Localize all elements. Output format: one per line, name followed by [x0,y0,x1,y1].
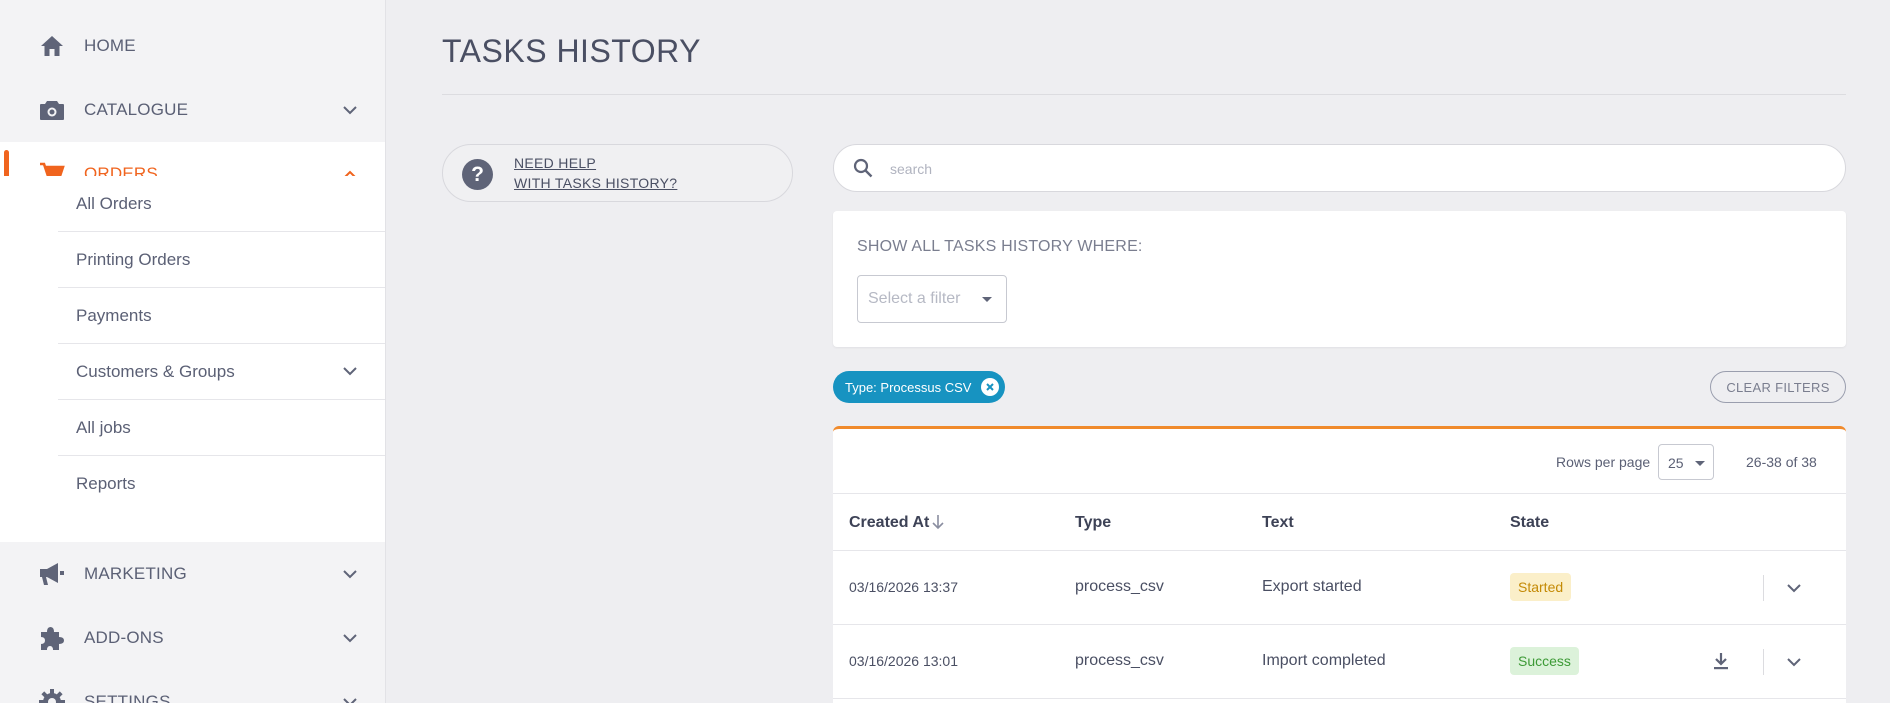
sidebar: HOME CATALOGUE ORDERS All Orders Printin… [0,0,386,703]
caret-down-icon [1695,461,1705,466]
submenu-item-customers-groups[interactable]: Customers & Groups [58,344,385,400]
submenu-item-label: Reports [76,474,136,493]
cell-type: process_csv [1075,652,1164,669]
submenu-item-label: Printing Orders [76,249,191,269]
cell-text: Export started [1262,578,1362,595]
page-title: TASKS HISTORY [442,33,702,69]
help-line-2[interactable]: WITH TASKS HISTORY? [514,175,677,191]
divider [442,94,1846,95]
table-row[interactable]: 03/16/2026 13:37 process_csv Export star… [833,551,1846,624]
chevron-down-icon[interactable] [340,628,360,648]
filter-panel: SHOW ALL TASKS HISTORY WHERE: Select a f… [833,211,1846,347]
chevron-down-icon[interactable] [340,100,360,120]
sidebar-item-label: CATALOGUE [84,100,189,119]
column-header-created-at[interactable]: Created At [849,514,929,532]
cell-type: process_csv [1075,578,1164,595]
clear-filters-button[interactable]: CLEAR FILTERS [1710,371,1846,403]
sidebar-item-marketing[interactable]: MARKETING [0,542,385,606]
megaphone-icon [38,560,66,588]
submenu-item-reports[interactable]: Reports [58,456,385,512]
sidebar-item-home[interactable]: HOME [0,14,385,78]
cell-created-at: 03/16/2026 13:37 [849,579,958,595]
camera-icon [38,96,66,124]
divider [1763,649,1764,675]
column-header-text[interactable]: Text [1262,514,1294,532]
question-icon: ? [462,159,493,190]
help-line-1[interactable]: NEED HELP [514,155,596,171]
submenu-item-label: Payments [76,305,152,325]
cell-text: Import completed [1262,652,1386,669]
divider [833,493,1846,494]
chevron-down-icon[interactable] [1783,651,1805,673]
puzzle-icon [38,624,66,652]
rows-per-page-select[interactable]: 25 [1658,444,1714,480]
arrow-down-icon[interactable] [931,514,945,535]
submenu-item-all-jobs[interactable]: All jobs [58,400,385,456]
rows-per-page-label: Rows per page [1556,454,1651,470]
submenu-item-all-orders[interactable]: All Orders [58,176,385,232]
search-input[interactable] [890,157,1790,181]
sidebar-item-label: HOME [84,36,136,55]
search-box [833,144,1846,192]
gear-icon [38,688,66,703]
close-icon[interactable] [981,378,1000,396]
orders-submenu: All Orders Printing Orders Payments Cust… [0,176,385,542]
status-badge: Success [1510,647,1579,675]
submenu-item-label: Customers & Groups [76,361,235,381]
chip-label: Type: Processus CSV [845,379,972,395]
submenu-item-label: All jobs [76,417,131,437]
column-header-state[interactable]: State [1510,514,1549,532]
home-icon [38,32,66,60]
tasks-table: Rows per page 25 26-38 of 38 Created At … [833,426,1846,703]
column-header-type[interactable]: Type [1075,514,1111,532]
sidebar-item-settings[interactable]: SETTINGS [0,670,385,703]
divider [833,698,1846,699]
submenu-item-payments[interactable]: Payments [58,288,385,344]
sidebar-item-label: SETTINGS [84,692,171,703]
submenu-item-label: All Orders [76,193,152,213]
submenu-item-printing-orders[interactable]: Printing Orders [58,232,385,288]
sidebar-item-add-ons[interactable]: ADD-ONS [0,606,385,670]
table-row[interactable]: 03/16/2026 13:01 process_csv Import comp… [833,625,1846,698]
status-badge: Started [1510,573,1572,601]
cell-created-at: 03/16/2026 13:01 [849,653,958,669]
search-icon [853,158,873,183]
chevron-down-icon[interactable] [340,362,360,382]
filter-select[interactable]: Select a filter [857,275,1007,323]
download-icon[interactable] [1710,650,1732,672]
divider [1763,575,1764,601]
sidebar-item-label: MARKETING [84,564,187,583]
rows-per-page-value: 25 [1668,455,1684,471]
chevron-down-icon[interactable] [340,564,360,584]
help-link[interactable]: ? NEED HELP WITH TASKS HISTORY? [442,144,793,202]
active-filter-chip[interactable]: Type: Processus CSV [833,371,1006,403]
filter-title: SHOW ALL TASKS HISTORY WHERE: [857,238,1143,255]
chevron-down-icon[interactable] [1783,577,1805,599]
caret-down-icon [982,297,992,302]
pagination-range: 26-38 of 38 [1746,454,1817,470]
sidebar-item-label: ADD-ONS [84,628,164,647]
filter-select-placeholder: Select a filter [868,290,961,307]
chevron-down-icon[interactable] [340,692,360,703]
sidebar-item-catalogue[interactable]: CATALOGUE [0,78,385,142]
